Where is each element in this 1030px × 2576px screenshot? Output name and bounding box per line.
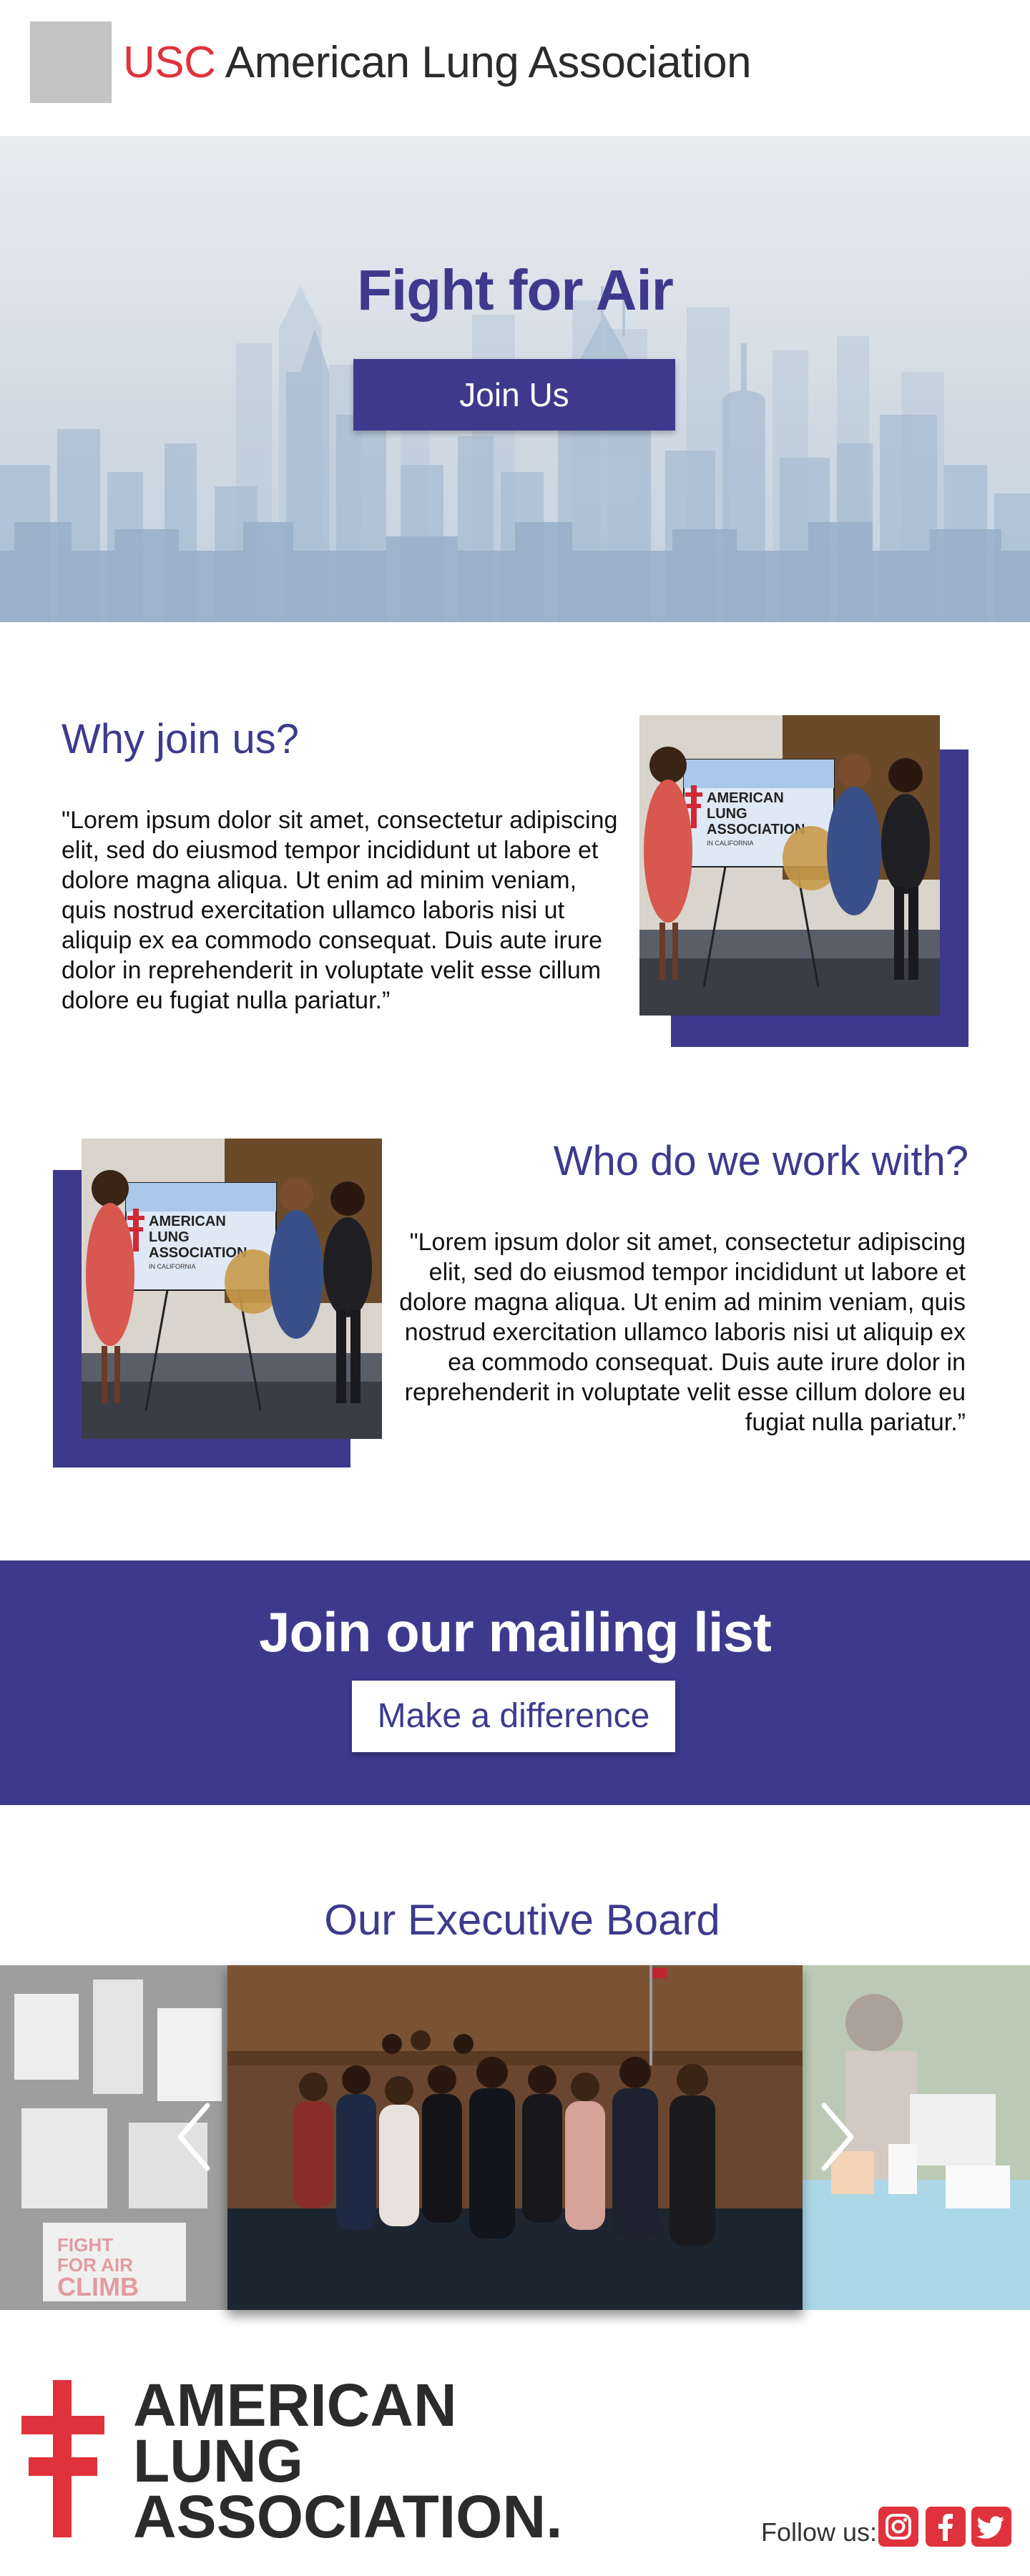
sign-text-line-2: LUNG — [707, 806, 747, 822]
who-work-title: Who do we work with? — [553, 1138, 968, 1184]
follow-us-label: Follow us: — [761, 2517, 878, 2547]
team-photo: AMERICAN LUNG ASSOCIATION IN CALIFORNIA — [82, 1139, 382, 1439]
double-cross-logo: AMERICAN LUNG ASSOCIATION. — [21, 2371, 562, 2550]
sign-text-line-1: AMERICAN — [707, 790, 784, 806]
board-carousel[interactable]: FIGHT FOR AIR CLIMB — [0, 1965, 1030, 2310]
hero-title: Fight for Air — [357, 258, 674, 322]
sign-text-line-4: IN CALIFORNIA — [149, 1263, 196, 1270]
brand-name: American Lung Association — [225, 38, 752, 87]
carousel-prev-arrow[interactable] — [170, 2101, 220, 2173]
site-header: USC American Lung Association — [0, 0, 1030, 136]
instagram-link[interactable] — [878, 2507, 918, 2547]
site-brand[interactable]: USC American Lung Association — [123, 34, 752, 92]
sign-text-line-1: AMERICAN — [149, 1214, 226, 1229]
city-skyline-image — [0, 286, 1030, 622]
carousel-active-slide — [227, 1965, 803, 2310]
sign-text-line-4: IN CALIFORNIA — [707, 840, 754, 847]
ala-footer-logo[interactable]: AMERICAN LUNG ASSOCIATION. — [21, 2371, 615, 2550]
hero-banner: Fight for Air Join Us — [0, 136, 1030, 622]
join-us-button[interactable]: Join Us — [353, 359, 675, 431]
twitter-link[interactable] — [971, 2507, 1011, 2547]
who-work-text: "Lorem ipsum dolor sit amet, consectetur… — [399, 1229, 966, 1436]
carousel-next-arrow[interactable] — [811, 2101, 861, 2173]
logo-text-association: ASSOCIATION. — [133, 2483, 562, 2545]
slide-text-fight: FIGHT — [57, 2234, 113, 2256]
mailing-list-title: Join our mailing list — [259, 1601, 772, 1663]
slide-text-climb: CLIMB — [57, 2272, 139, 2301]
mailing-list-section: Join our mailing list Make a difference — [0, 1560, 1030, 1805]
facebook-link[interactable] — [926, 2507, 966, 2547]
make-a-difference-button[interactable]: Make a difference — [352, 1681, 675, 1752]
executive-board-title: Our Executive Board — [324, 1896, 720, 1944]
who-work-photo: AMERICAN LUNG ASSOCIATION IN CALIFORNIA — [53, 1139, 382, 1468]
brand-prefix: USC — [123, 38, 216, 87]
why-join-text: "Lorem ipsum dolor sit amet, consectetur… — [62, 807, 618, 1014]
why-join-photo: AMERICAN LUNG ASSOCIATION IN CALIFORNIA — [639, 715, 968, 1047]
twitter-icon — [976, 2516, 1004, 2539]
sign-text-line-3: ASSOCIATION — [707, 822, 805, 837]
instagram-icon — [886, 2514, 911, 2540]
sign-text-line-3: ASSOCIATION — [149, 1245, 247, 1261]
sign-text-line-2: LUNG — [149, 1229, 190, 1245]
facebook-icon — [938, 2514, 953, 2541]
chevron-left-icon — [177, 2103, 210, 2171]
why-join-title: Why join us? — [62, 716, 300, 762]
executive-board-photo — [227, 1965, 803, 2310]
logo-placeholder[interactable] — [30, 21, 112, 103]
chevron-right-icon — [821, 2103, 854, 2171]
team-photo: AMERICAN LUNG ASSOCIATION IN CALIFORNIA — [639, 715, 940, 1016]
